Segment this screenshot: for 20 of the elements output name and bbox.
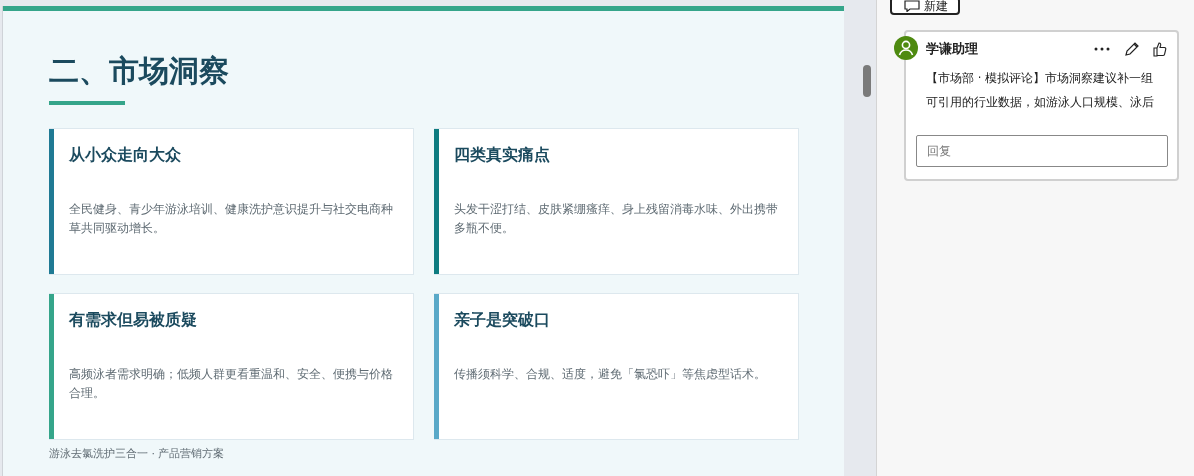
new-comment-button[interactable]: 新建 [890,0,960,15]
comment-author: 学谦助理 [926,40,979,58]
scrollbar-thumb[interactable] [863,65,871,97]
slide-footer: 游泳去氯洗护三合一 · 产品营销方案 [49,446,844,461]
card-text: 头发干涩打结、皮肤紧绷瘙痒、身上残留消毒水味、外出携带多瓶不便。 [454,201,779,237]
reply-field[interactable]: 回复 [916,135,1168,167]
comment-text: 可引用的行业数据，如游泳人口规模、泳后 [926,94,1155,111]
card-text: 传播须科学、合规、适度，避免「氯恐吓」等焦虑型话术。 [454,366,766,383]
thumbs-up-icon[interactable] [1153,41,1167,57]
card-title: 亲子是突破口 [454,309,551,331]
pencil-icon[interactable] [1123,40,1141,58]
slide-title: 二、市场洞察 [49,52,230,90]
card-title: 从小众走向大众 [69,144,182,166]
card-title: 四类真实痛点 [454,144,551,166]
comment-text: 【市场部 · 模拟评论】市场洞察建议补一组 [926,70,1154,87]
card-title: 有需求但易被质疑 [69,309,198,331]
card-text: 高频泳者需求明确；低频人群更看重温和、安全、便携与价格合理。 [69,366,394,402]
speech-bubble-icon [904,0,920,12]
card-text: 全民健身、青少年游泳培训、健康洗护意识提升与社交电商种草共同驱动增长。 [69,201,394,237]
more-icon[interactable] [1093,46,1111,52]
